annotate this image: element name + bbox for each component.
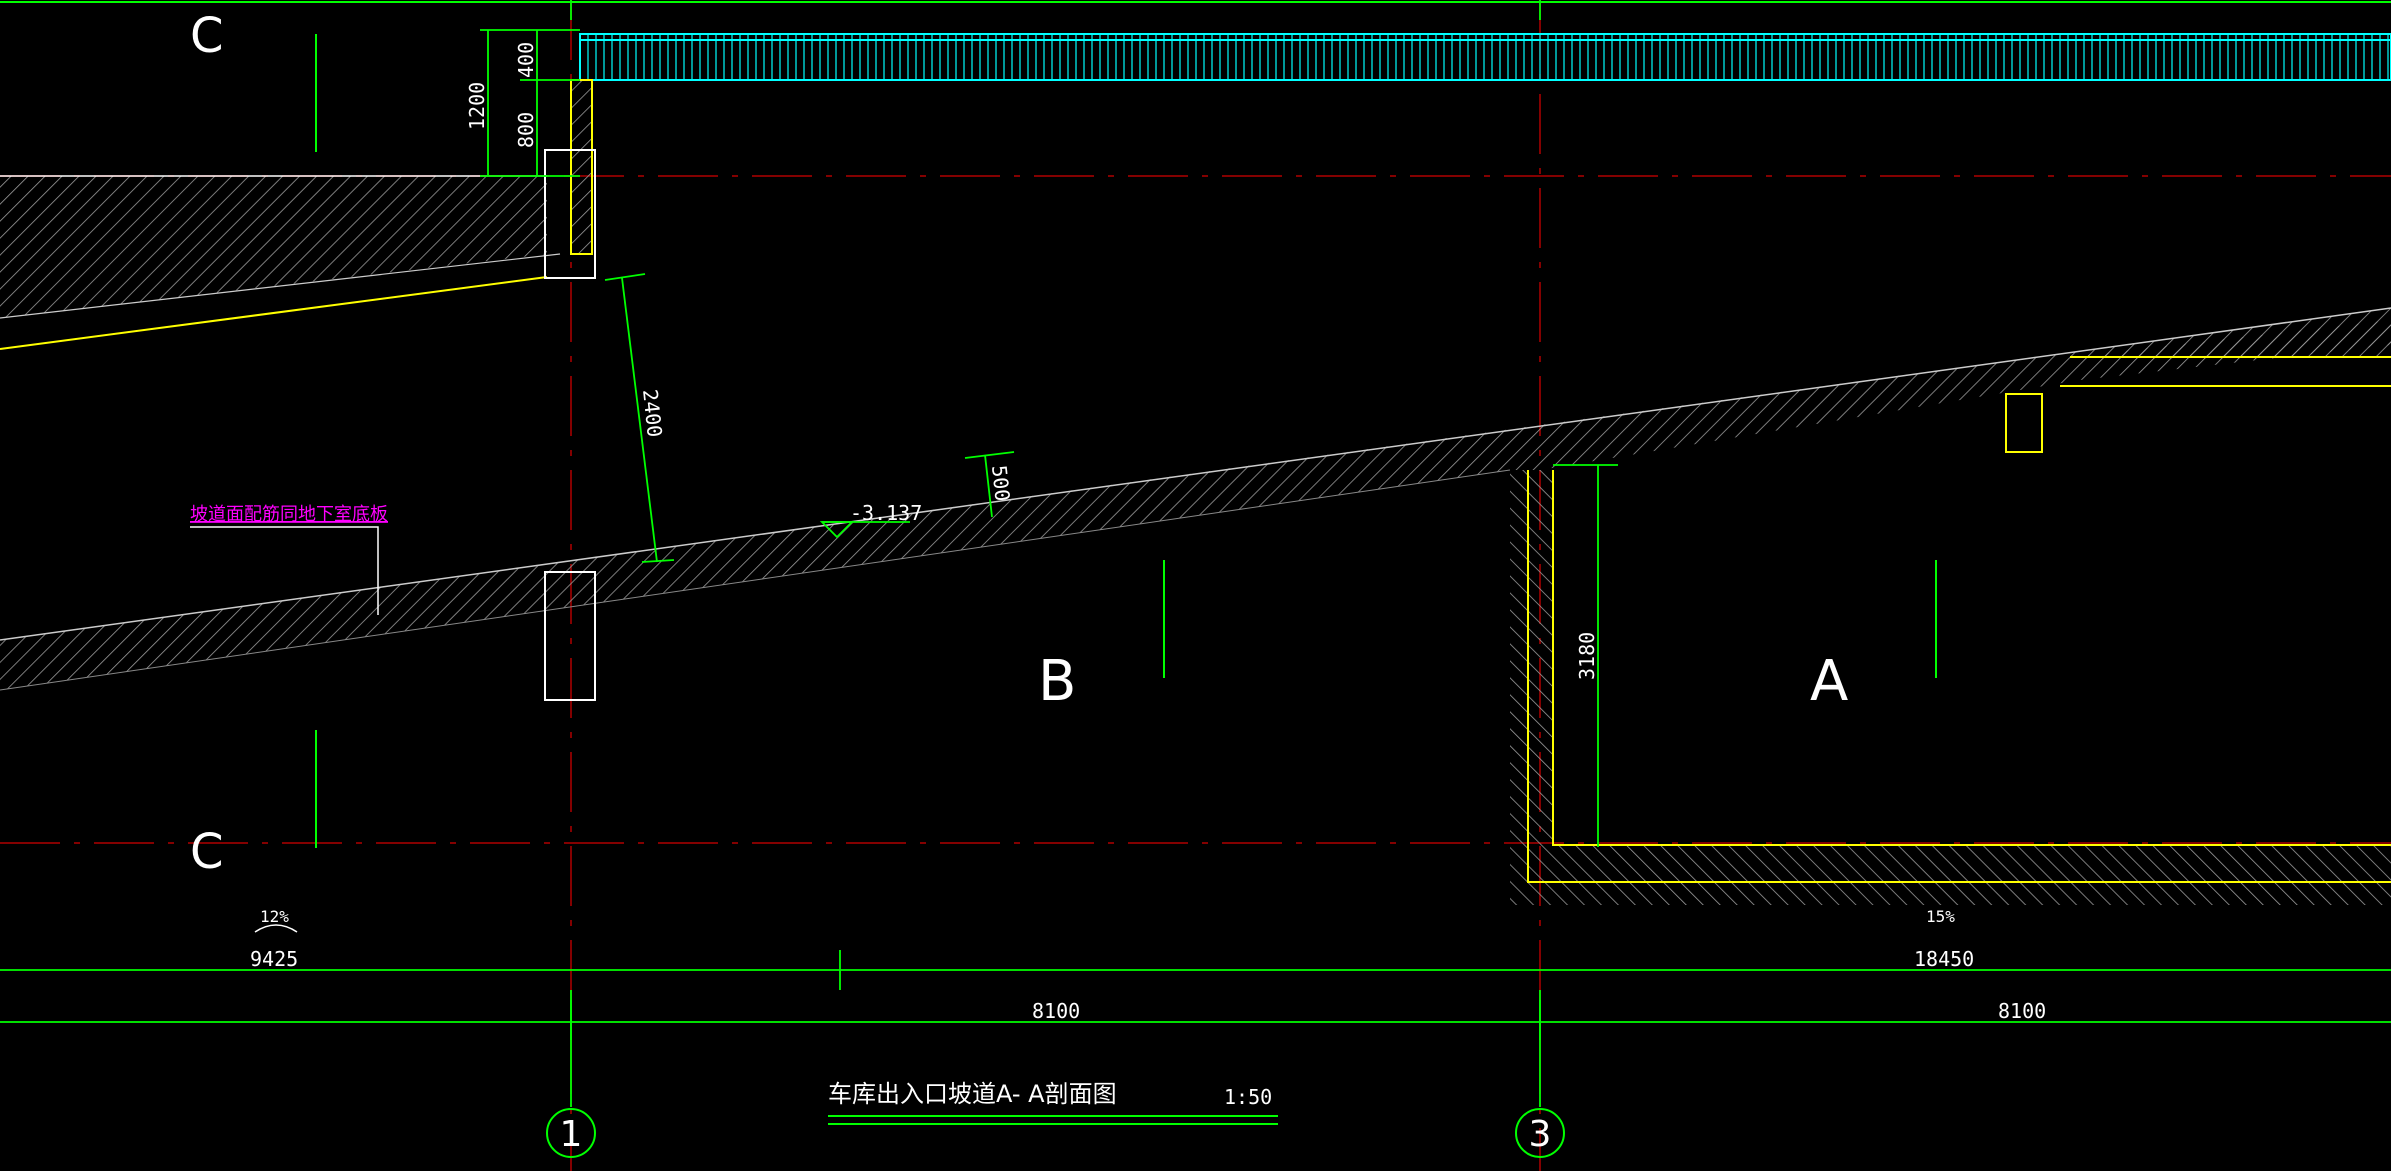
dim-bay-left: 8100 [1032, 999, 1080, 1023]
elevation-label: -3.137 [850, 501, 922, 525]
cad-section-drawing: C C B A 400 800 1200 2400 500 3180 -3.13… [0, 0, 2391, 1171]
dim-400: 400 [514, 42, 538, 78]
dim-bay-right: 8100 [1998, 999, 2046, 1023]
title-underline [828, 1115, 1278, 1125]
axis-bubble-1-label: 1 [560, 1114, 583, 1155]
dim-total-left: 9425 [250, 947, 298, 971]
dim-800: 800 [514, 112, 538, 148]
slope-markers [254, 924, 298, 933]
section-mark-bottom: C [190, 824, 224, 880]
drawing-title: 车库出入口坡道A- A剖面图 [828, 1080, 1117, 1108]
axis-bubble-3-label: 3 [1529, 1114, 1552, 1155]
drawing-scale: 1:50 [1224, 1085, 1272, 1109]
dimension-lines [0, 0, 2391, 1107]
note-label: 坡道面配筋同地下室底板 [190, 504, 388, 525]
railing [579, 33, 2391, 81]
slope-right: 15% [1926, 907, 1955, 926]
section-mark-top: C [190, 8, 224, 64]
room-label-a: A [1810, 649, 1848, 714]
dim-3180: 3180 [1575, 632, 1599, 680]
upper-left-slab [0, 79, 596, 350]
slope-left: 12% [260, 907, 289, 926]
room-a-structure [1510, 470, 2391, 905]
dim-1200: 1200 [465, 82, 489, 130]
room-label-b: B [1038, 649, 1076, 714]
dim-500: 500 [987, 464, 1015, 502]
dim-total-right: 18450 [1914, 947, 1974, 971]
dim-2400: 2400 [638, 388, 667, 438]
